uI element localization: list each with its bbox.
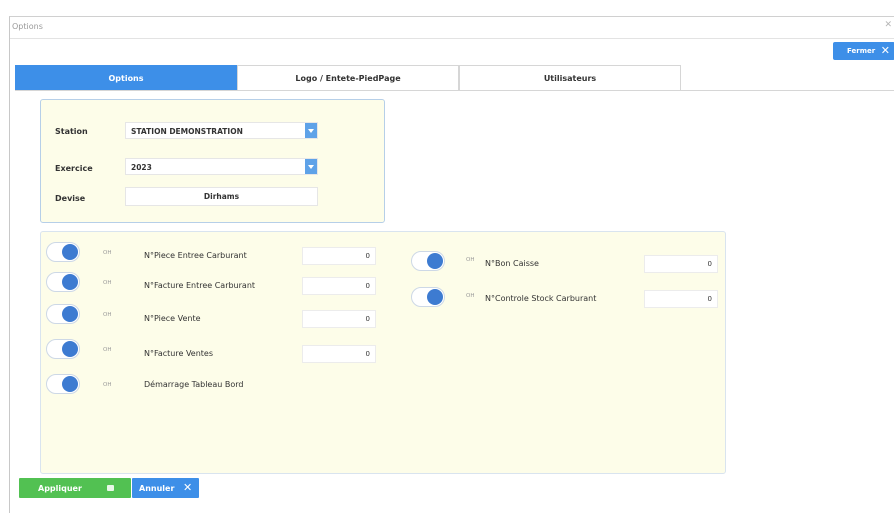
toggle-facture-ventes[interactable] — [46, 339, 80, 359]
facture-entree-carburant-label: N°Facture Entree Carburant — [144, 281, 256, 290]
toggle-state-label: OH — [103, 250, 112, 256]
tab-bar: Options Logo / Entete-PiedPage Utilisate… — [15, 65, 682, 90]
toggle-facture-entree-carburant[interactable] — [46, 272, 80, 292]
controle-stock-carburant-input[interactable]: 0 — [644, 290, 718, 308]
toggle-bon-caisse[interactable] — [411, 251, 445, 271]
toggle-state-label: OH — [466, 293, 475, 299]
tab-logo-entete[interactable]: Logo / Entete-PiedPage — [237, 65, 459, 90]
bon-caisse-input[interactable]: 0 — [644, 255, 718, 273]
toggle-demarrage-tableau-bord[interactable] — [46, 374, 80, 394]
toggle-controle-stock-carburant[interactable] — [411, 287, 445, 307]
controle-stock-carburant-label: N°Controle Stock Carburant — [485, 294, 597, 303]
general-settings-panel: Station STATION DEMONSTRATION Exercice 2… — [40, 99, 385, 223]
window-titlebar: Options ✕ — [10, 17, 894, 39]
toggle-piece-vente[interactable] — [46, 304, 80, 324]
toggle-knob — [62, 244, 78, 260]
toggle-knob — [62, 376, 78, 392]
toggle-knob — [427, 253, 443, 269]
piece-entree-carburant-input[interactable]: 0 — [302, 247, 376, 265]
annuler-button[interactable]: Annuler ✕ — [132, 478, 199, 498]
toggle-state-label: OH — [103, 347, 112, 353]
tab-divider — [15, 90, 894, 91]
piece-vente-label: N°Piece Vente — [144, 314, 201, 323]
close-icon: ✕ — [880, 44, 890, 57]
devise-label: Devise — [55, 194, 86, 203]
toggle-piece-entree-carburant[interactable] — [46, 242, 80, 262]
facture-entree-carburant-input[interactable]: 0 — [302, 277, 376, 295]
toggle-knob — [62, 274, 78, 290]
numbering-settings-panel: OH N°Piece Entree Carburant 0 OH N°Factu… — [40, 231, 726, 474]
appliquer-button[interactable]: Appliquer — [19, 478, 131, 498]
tab-utilisateurs[interactable]: Utilisateurs — [459, 65, 681, 90]
appliquer-label: Appliquer — [38, 484, 82, 493]
bon-caisse-label: N°Bon Caisse — [485, 259, 539, 268]
save-icon — [107, 485, 114, 491]
chevron-down-icon[interactable] — [305, 159, 317, 174]
exercice-select[interactable]: 2023 — [125, 158, 318, 175]
exercice-value: 2023 — [131, 163, 152, 172]
piece-vente-input[interactable]: 0 — [302, 310, 376, 328]
annuler-label: Annuler — [139, 484, 175, 493]
options-window: Options ✕ Fermer ✕ Options Logo / Entete… — [9, 16, 894, 513]
toggle-state-label: OH — [103, 280, 112, 286]
demarrage-tableau-bord-label: Démarrage Tableau Bord — [144, 380, 244, 389]
tab-options[interactable]: Options — [15, 65, 237, 90]
close-icon: ✕ — [183, 481, 193, 494]
toggle-state-label: OH — [103, 382, 112, 388]
chevron-down-icon[interactable] — [305, 123, 317, 138]
exercice-label: Exercice — [55, 164, 93, 173]
toggle-knob — [427, 289, 443, 305]
piece-entree-carburant-label: N°Piece Entree Carburant — [144, 251, 247, 260]
fermer-button[interactable]: Fermer ✕ — [833, 42, 894, 60]
station-label: Station — [55, 127, 88, 136]
station-value: STATION DEMONSTRATION — [131, 127, 243, 136]
toggle-knob — [62, 306, 78, 322]
facture-ventes-input[interactable]: 0 — [302, 345, 376, 363]
devise-field[interactable]: Dirhams — [125, 187, 318, 206]
fermer-label: Fermer — [847, 47, 876, 55]
window-title: Options — [12, 22, 43, 31]
station-select[interactable]: STATION DEMONSTRATION — [125, 122, 318, 139]
toggle-state-label: OH — [103, 312, 112, 318]
toggle-knob — [62, 341, 78, 357]
facture-ventes-label: N°Facture Ventes — [144, 349, 214, 358]
close-icon[interactable]: ✕ — [884, 20, 892, 30]
toggle-state-label: OH — [466, 257, 475, 263]
